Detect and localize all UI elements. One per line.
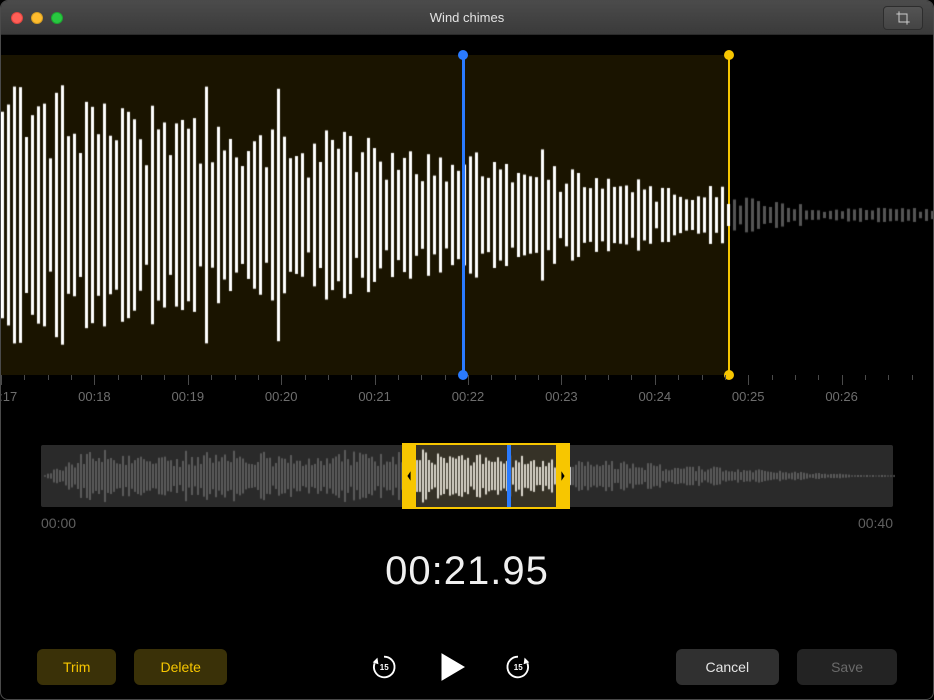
titlebar: Wind chimes: [1, 1, 933, 35]
voice-memos-edit-window: Wind chimes 00:1700:1800:1900:2000:2100:…: [0, 0, 934, 700]
ruler-ticks: [1, 375, 933, 389]
skip-back-amount: 15: [380, 663, 389, 672]
crop-icon: [895, 10, 911, 26]
transport-controls: 15 15: [368, 650, 534, 684]
delete-button[interactable]: Delete: [134, 649, 226, 685]
play-button[interactable]: [434, 650, 468, 684]
ruler-tick-label: 00:17: [0, 389, 17, 404]
overview-section: 00:00 00:40: [1, 445, 933, 531]
minimize-window-button[interactable]: [31, 12, 43, 24]
overview-selection[interactable]: [403, 443, 569, 509]
ruler-tick-label: 00:22: [452, 389, 485, 404]
zoom-waveform-canvas: [1, 55, 934, 375]
window-controls: [11, 12, 63, 24]
ruler-tick-label: 00:18: [78, 389, 111, 404]
ruler-labels: 00:17 00:18 00:19 00:20 00:21 00:22 00:23 00:24…: [1, 389, 933, 411]
overview-trim-handle-right[interactable]: [556, 443, 570, 509]
cancel-button[interactable]: Cancel: [676, 649, 780, 685]
window-title: Wind chimes: [1, 10, 933, 25]
control-bar: Trim Delete 15 15 Cancel: [1, 649, 933, 685]
current-time-display: 00:21.95: [1, 549, 933, 594]
trim-mode-toolbar-button[interactable]: [883, 6, 923, 30]
ruler-tick-label: 00:26: [825, 389, 858, 404]
play-icon: [434, 650, 468, 684]
skip-back-15-button[interactable]: 15: [368, 651, 400, 683]
playhead[interactable]: [462, 55, 465, 375]
close-window-button[interactable]: [11, 12, 23, 24]
time-ruler: 00:17 00:18 00:19 00:20 00:21 00:22 00:23 00:24…: [1, 375, 933, 415]
trim-button[interactable]: Trim: [37, 649, 116, 685]
zoom-window-button[interactable]: [51, 12, 63, 24]
ruler-tick-label: 00:19: [172, 389, 205, 404]
overview-trim-handle-left[interactable]: [402, 443, 416, 509]
ruler-tick-label: 00:24: [639, 389, 672, 404]
ruler-tick-label: 00:23: [545, 389, 578, 404]
chevron-right-icon: [559, 469, 567, 483]
overview-playhead[interactable]: [507, 445, 511, 507]
skip-forward-15-button[interactable]: 15: [502, 651, 534, 683]
overview-time-labels: 00:00 00:40: [41, 515, 893, 531]
overview-start-time: 00:00: [41, 515, 76, 531]
skip-forward-amount: 15: [514, 663, 523, 672]
ruler-tick-label: 00:21: [358, 389, 391, 404]
save-button[interactable]: Save: [797, 649, 897, 685]
overview-waveform[interactable]: [41, 445, 893, 507]
playhead-handle-top[interactable]: [458, 50, 468, 60]
ruler-tick-label: 00:20: [265, 389, 298, 404]
overview-end-time: 00:40: [858, 515, 893, 531]
ruler-tick-label: 00:25: [732, 389, 765, 404]
zoomed-waveform-area[interactable]: [1, 55, 933, 375]
chevron-left-icon: [405, 469, 413, 483]
